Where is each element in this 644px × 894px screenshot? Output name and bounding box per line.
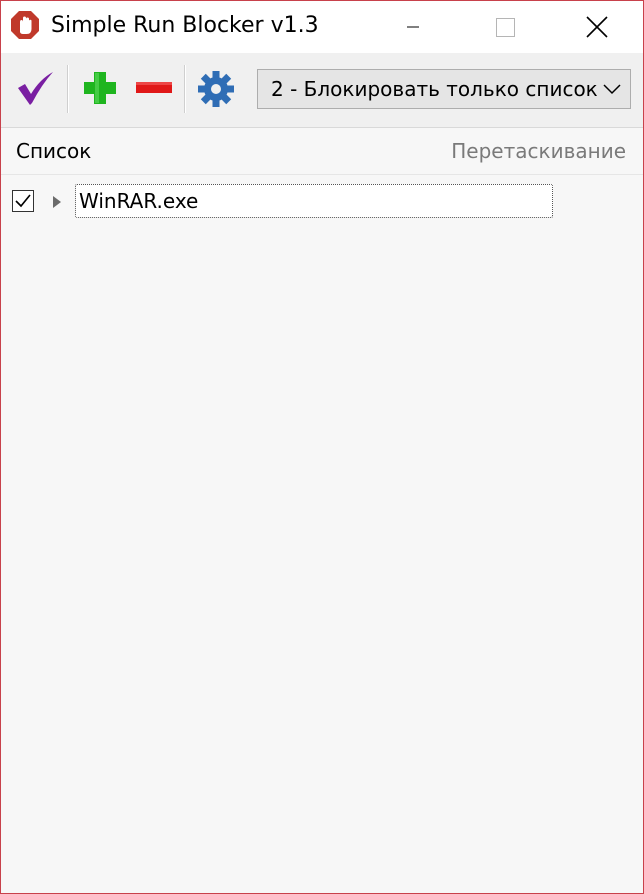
toolbar: 2 - Блокировать только список bbox=[1, 53, 643, 128]
close-button[interactable] bbox=[551, 1, 643, 53]
chevron-down-icon bbox=[603, 84, 621, 95]
column-header-drag[interactable]: Перетаскивание bbox=[451, 128, 626, 174]
expand-arrow-icon[interactable] bbox=[51, 195, 63, 209]
title-bar[interactable]: Simple Run Blocker v1.3 bbox=[1, 1, 643, 53]
toolbar-separator bbox=[184, 65, 186, 113]
mode-select-value: 2 - Блокировать только список bbox=[271, 77, 598, 101]
minus-icon bbox=[136, 82, 172, 93]
window-title: Simple Run Blocker v1.3 bbox=[51, 13, 319, 38]
item-label[interactable]: WinRAR.exe bbox=[75, 184, 553, 218]
checkmark-icon bbox=[18, 72, 53, 105]
item-label-text: WinRAR.exe bbox=[79, 189, 199, 213]
minimize-button[interactable] bbox=[367, 1, 459, 53]
plus-icon bbox=[84, 72, 116, 104]
add-button[interactable] bbox=[79, 67, 123, 111]
app-hand-icon bbox=[10, 10, 40, 40]
column-header-list[interactable]: Список bbox=[16, 128, 91, 174]
gear-icon bbox=[198, 71, 234, 107]
apply-button[interactable] bbox=[13, 67, 57, 111]
item-checkbox[interactable] bbox=[12, 190, 34, 212]
toolbar-separator bbox=[67, 65, 69, 113]
mode-select[interactable]: 2 - Блокировать только список bbox=[257, 69, 631, 109]
maximize-button[interactable] bbox=[459, 1, 551, 53]
remove-button[interactable] bbox=[131, 67, 175, 111]
program-list[interactable]: WinRAR.exe bbox=[1, 175, 643, 893]
list-item[interactable]: WinRAR.exe bbox=[1, 183, 643, 219]
list-header: Список Перетаскивание bbox=[1, 128, 643, 175]
settings-button[interactable] bbox=[193, 67, 237, 111]
app-window: Simple Run Blocker v1.3 2 - Блокировать … bbox=[0, 0, 644, 894]
